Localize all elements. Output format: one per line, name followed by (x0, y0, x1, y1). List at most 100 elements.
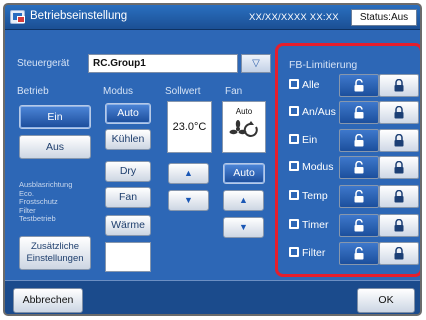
triangle-down-icon: ▼ (239, 222, 248, 232)
lock-button[interactable] (379, 214, 419, 237)
unlock-button[interactable] (339, 74, 379, 97)
unlock-icon (354, 190, 364, 203)
triangle-up-icon: ▲ (239, 195, 248, 205)
lock-icon (394, 161, 404, 174)
fan-down-button[interactable]: ▼ (223, 217, 264, 238)
setpoint-down-button[interactable]: ▼ (168, 190, 209, 211)
fan-speed-display: Auto (222, 101, 266, 153)
lock-icon (394, 106, 404, 119)
temp-icon (289, 190, 299, 200)
fb-row-filter: Filter (285, 242, 419, 265)
fan-rotate-icon (229, 120, 258, 137)
fb-row-text: Filter (302, 247, 326, 259)
status-badge: Status:Aus (351, 9, 417, 26)
fb-row-on: Ein (285, 129, 419, 152)
controller-field[interactable]: RC.Group1 (88, 54, 238, 73)
setpoint-value: 23.0°C (172, 121, 207, 133)
fb-row-mode: Modus (285, 156, 419, 179)
mode-blank-box (105, 242, 151, 272)
additional-settings-line2: Einstellungen (26, 253, 84, 264)
title-bar: Betriebseinstellung XX/XX/XXXX XX:XX Sta… (5, 5, 420, 30)
lock-button[interactable] (379, 74, 419, 97)
lock-icon (394, 190, 404, 203)
power-icon (289, 106, 299, 116)
fb-row-label: Temp (289, 190, 328, 202)
fb-row-label: Modus (289, 161, 334, 173)
filter-icon (289, 247, 299, 257)
fb-row-temp: Temp (285, 185, 419, 208)
modus-header: Modus (103, 86, 134, 97)
unlock-button[interactable] (339, 214, 379, 237)
all-icon (289, 79, 299, 89)
lock-icon (394, 219, 404, 232)
lock-button[interactable] (379, 185, 419, 208)
fan-up-button[interactable]: ▲ (223, 190, 264, 211)
sollwert-header: Sollwert (165, 86, 201, 97)
unlock-icon (354, 106, 364, 119)
unlock-button[interactable] (339, 185, 379, 208)
fb-row-all: Alle (285, 74, 419, 97)
fb-row-label: Ein (289, 134, 317, 146)
betrieb-off-button[interactable]: Aus (19, 135, 91, 159)
betrieb-header: Betrieb (17, 86, 49, 97)
on-icon (289, 134, 299, 144)
fb-row-text: Temp (302, 190, 328, 202)
fb-row-label: Alle (289, 79, 320, 91)
mode-dry-button[interactable]: Dry (105, 161, 151, 182)
additional-settings-button[interactable]: Zusätzliche Einstellungen (19, 236, 91, 270)
mode-heat-button[interactable]: Wärme (105, 215, 151, 236)
unlock-button[interactable] (339, 156, 379, 179)
datetime-display: XX/XX/XXXX XX:XX (249, 12, 339, 23)
fb-row-text: Ein (302, 134, 318, 146)
lock-button[interactable] (379, 242, 419, 265)
unlock-icon (354, 79, 364, 92)
unlock-icon (354, 161, 364, 174)
lock-icon (394, 79, 404, 92)
fb-row-text: Alle (302, 79, 320, 91)
betrieb-on-button[interactable]: Ein (19, 105, 91, 129)
fb-row-text: Modus (302, 161, 334, 173)
window-title: Betriebseinstellung (30, 10, 128, 22)
unlock-icon (354, 219, 364, 232)
device-frame: Betriebseinstellung XX/XX/XXXX XX:XX Sta… (3, 3, 422, 316)
unlock-button[interactable] (339, 129, 379, 152)
list-item: Testbetrieb (19, 214, 56, 223)
setpoint-up-button[interactable]: ▲ (168, 163, 209, 184)
mode-auto-button[interactable]: Auto (105, 103, 151, 124)
fb-row-label: Timer (289, 219, 328, 231)
lock-icon (394, 134, 404, 147)
cancel-button[interactable]: Abbrechen (13, 288, 83, 313)
setpoint-display: 23.0°C (167, 101, 212, 153)
footer-bar: Abbrechen OK (5, 280, 420, 314)
fan-header: Fan (225, 86, 243, 97)
unlock-icon (354, 247, 364, 260)
triangle-down-icon: ▼ (184, 195, 193, 205)
additional-settings-line1: Zusätzliche (30, 241, 80, 252)
lock-button[interactable] (379, 156, 419, 179)
fan-auto-button[interactable]: Auto (223, 163, 265, 184)
lock-button[interactable] (379, 101, 419, 124)
mode-cool-button[interactable]: Kühlen (105, 129, 151, 150)
fan-mode-text: Auto (235, 107, 253, 116)
controller-label: Steuergerät (17, 58, 70, 69)
unlock-button[interactable] (339, 242, 379, 265)
lock-icon (394, 247, 404, 260)
mode-icon (289, 161, 299, 171)
mode-fan-button[interactable]: Fan (105, 187, 151, 208)
fb-row-timer: Timer (285, 214, 419, 237)
settings-window-icon (10, 10, 25, 24)
fb-row-label: Filter (289, 247, 325, 259)
fb-row-text: Timer (302, 219, 329, 231)
triangle-up-icon: ▲ (184, 168, 193, 178)
fb-row-label: An/Aus (289, 106, 336, 118)
timer-icon (289, 219, 299, 229)
fb-limitation-title: FB-Limitierung (289, 59, 358, 71)
unlock-icon (354, 134, 364, 147)
fb-row-text: An/Aus (302, 106, 336, 118)
lock-button[interactable] (379, 129, 419, 152)
controller-dropdown-button[interactable]: ▽ (241, 54, 271, 73)
ok-button[interactable]: OK (357, 288, 415, 313)
unlock-button[interactable] (339, 101, 379, 124)
function-list: Ausblasrichtung Eco. Frostschutz Filter … (19, 180, 72, 224)
fb-row-onoff: An/Aus (285, 101, 419, 124)
